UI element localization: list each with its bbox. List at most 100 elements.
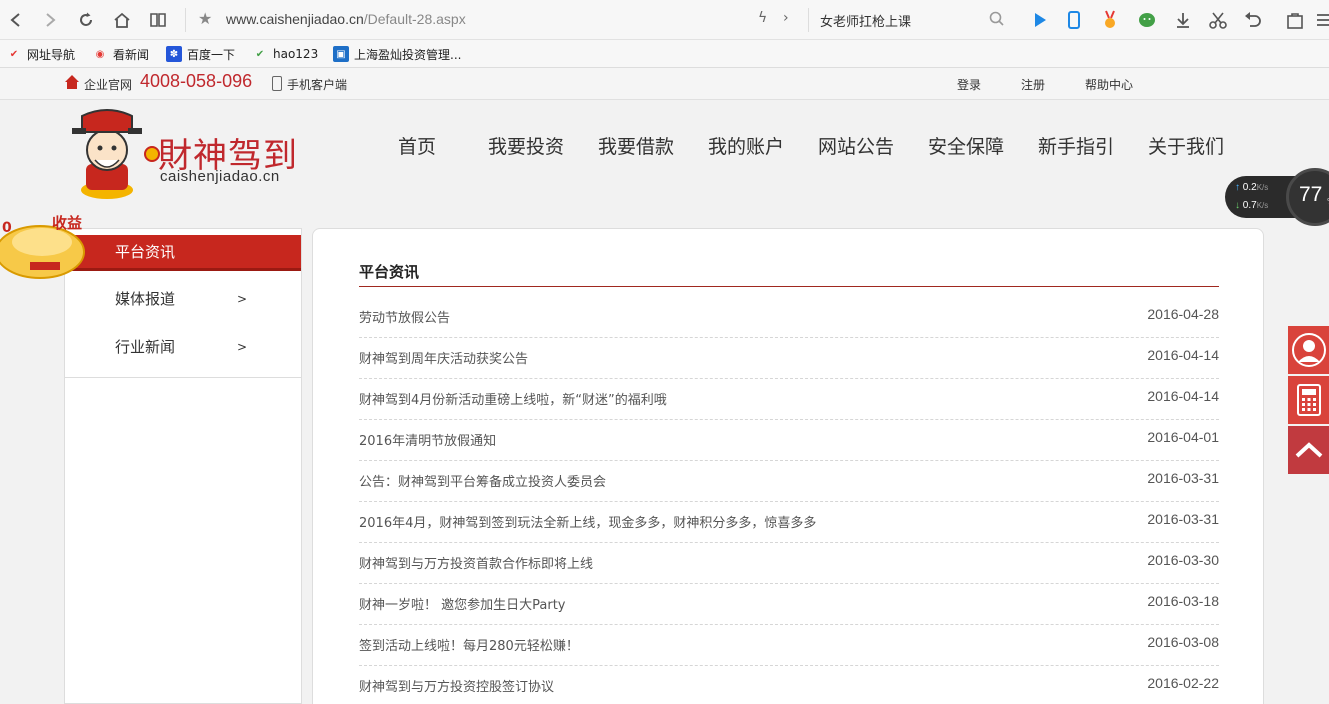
news-date: 2016-03-30 xyxy=(1147,552,1219,568)
search-icon[interactable] xyxy=(988,10,1006,28)
login-link[interactable]: 登录 xyxy=(957,76,981,93)
lightning-icon[interactable]: ϟ xyxy=(758,10,767,26)
nav-security[interactable]: 安全保障 xyxy=(928,132,1004,159)
video-play-icon[interactable] xyxy=(1030,10,1050,30)
reload-icon xyxy=(80,12,92,26)
bag-icon[interactable] xyxy=(1285,10,1305,30)
bookmark-item[interactable]: ◉ 看新闻 xyxy=(92,45,149,63)
scissors-icon[interactable] xyxy=(1208,10,1228,30)
news-panel: 平台资讯 劳动节放假公告 2016-04-28 财神驾到周年庆活动获奖公告 2016… xyxy=(312,228,1264,704)
medal-icon[interactable] xyxy=(1100,10,1120,30)
sidebar-item-label: 媒体报道 xyxy=(115,290,176,308)
search-divider xyxy=(808,8,809,32)
gold-ingot-promo[interactable]: 0 收益 xyxy=(0,212,92,282)
news-row[interactable]: 签到活动上线啦！每月280元轻松赚！ 2016-03-08 xyxy=(359,625,1219,666)
book-icon xyxy=(150,13,166,27)
news-title[interactable]: 公告：财神驾到平台筹备成立投资人委员会 xyxy=(359,471,606,490)
news-title[interactable]: 财神驾到与万方投资控股签订协议 xyxy=(359,676,554,695)
mobile-client-link[interactable]: 手机客户端 xyxy=(287,76,347,93)
nav-borrow[interactable]: 我要借款 xyxy=(598,132,674,159)
undo-icon[interactable] xyxy=(1243,10,1263,30)
official-site-link[interactable]: 企业官网 xyxy=(84,76,132,93)
nav-announcements[interactable]: 网站公告 xyxy=(818,132,894,159)
bookmark-label: hao123 xyxy=(273,47,319,61)
news-row[interactable]: 公告：财神驾到平台筹备成立投资人委员会 2016-03-31 xyxy=(359,461,1219,502)
home-icon xyxy=(114,12,130,28)
calculator-button[interactable] xyxy=(1288,376,1329,424)
download-value: 0.7 xyxy=(1242,200,1257,211)
bookmark-label: 百度一下 xyxy=(187,47,236,62)
menu-icon[interactable] xyxy=(1314,10,1329,30)
bookmark-item[interactable]: ✔ 网址导航 xyxy=(6,45,75,63)
sidebar-item-industry[interactable]: 行业新闻 > xyxy=(65,327,301,367)
bookmark-item[interactable]: ✽ 百度一下 xyxy=(166,45,235,63)
home-icon xyxy=(65,75,79,89)
news-title[interactable]: 财神驾到4月份新活动重磅上线啦，新“财迷”的福利哦 xyxy=(359,389,667,408)
register-link[interactable]: 注册 xyxy=(1021,76,1045,93)
sidebar-item-label: 行业新闻 xyxy=(115,338,176,356)
hotline-number: 4008-058-096 xyxy=(140,71,253,91)
user-center-button[interactable] xyxy=(1288,326,1329,374)
news-row[interactable]: 财神驾到周年庆活动获奖公告 2016-04-14 xyxy=(359,338,1219,379)
star-icon[interactable]: ★ xyxy=(198,9,212,28)
download-icon[interactable] xyxy=(1173,10,1193,30)
chevron-right-icon: > xyxy=(237,292,248,306)
chevron-up-icon xyxy=(1295,442,1322,458)
news-title[interactable]: 财神驾到与万方投资首款合作标即将上线 xyxy=(359,553,593,572)
home-button[interactable] xyxy=(110,8,134,32)
bookmark-item[interactable]: ▣ 上海盈灿投资管理... xyxy=(333,45,461,63)
nav-guide[interactable]: 新手指引 xyxy=(1038,132,1114,159)
site-header: 財神驾到 caishenjiadao.cn 首页 我要投资 我要借款 我的账户 … xyxy=(0,100,1329,210)
news-row[interactable]: 财神驾到与万方投资首款合作标即将上线 2016-03-30 xyxy=(359,543,1219,584)
back-button[interactable] xyxy=(4,8,28,32)
chevron-right-icon[interactable]: › xyxy=(783,10,789,26)
news-title[interactable]: 劳动节放假公告 xyxy=(359,307,450,326)
news-row[interactable]: 财神驾到与万方投资控股签订协议 2016-02-22 xyxy=(359,666,1219,704)
bookmark-label: 网址导航 xyxy=(27,47,76,62)
news-title[interactable]: 财神驾到周年庆活动获奖公告 xyxy=(359,348,528,367)
nav-invest[interactable]: 我要投资 xyxy=(488,132,564,159)
upload-speed: ↑ 0.2K/s xyxy=(1235,182,1268,193)
bookmark-item[interactable]: ✔ hao123 xyxy=(252,45,318,63)
news-row[interactable]: 2016年清明节放假通知 2016-04-01 xyxy=(359,420,1219,461)
forward-icon xyxy=(46,13,56,27)
news-row[interactable]: 财神驾到4月份新活动重磅上线啦，新“财迷”的福利哦 2016-04-14 xyxy=(359,379,1219,420)
wechat-icon[interactable] xyxy=(1137,10,1157,30)
reload-button[interactable] xyxy=(74,8,98,32)
search-input[interactable]: 女老师扛枪上课 xyxy=(820,11,911,30)
panel-title-underline xyxy=(359,286,1219,287)
caishen-mascot-logo[interactable] xyxy=(62,104,162,200)
news-title[interactable]: 2016年4月，财神驾到签到玩法全新上线，现金多多，财神积分多多，惊喜多多 xyxy=(359,512,816,531)
back-icon xyxy=(10,13,20,27)
nav-about[interactable]: 关于我们 xyxy=(1148,132,1224,159)
user-avatar-icon xyxy=(1291,333,1326,367)
download-speed: ↓ 0.7K/s xyxy=(1235,200,1268,211)
address-bar[interactable]: www.caishenjiadao.cn/Default-28.aspx xyxy=(226,11,466,27)
gauge-value: 77 xyxy=(1299,183,1323,206)
back-to-top-button[interactable] xyxy=(1288,426,1329,474)
nav-home[interactable]: 首页 xyxy=(398,132,436,159)
news-date: 2016-03-18 xyxy=(1147,593,1219,609)
sidebar-item-platform-news[interactable]: 平台资讯 xyxy=(65,235,301,271)
forward-button[interactable] xyxy=(38,8,62,32)
news-date: 2016-03-31 xyxy=(1147,511,1219,527)
news-title[interactable]: 财神一岁啦！ 邀您参加生日大Party xyxy=(359,594,566,613)
svg-text:0: 0 xyxy=(2,220,12,236)
news-row[interactable]: 劳动节放假公告 2016-04-28 xyxy=(359,297,1219,338)
help-center-link[interactable]: 帮助中心 xyxy=(1085,76,1133,93)
news-date: 2016-03-08 xyxy=(1147,634,1219,650)
news-date: 2016-04-14 xyxy=(1147,388,1219,404)
download-unit: K/s xyxy=(1256,201,1269,210)
news-row[interactable]: 财神一岁啦！ 邀您参加生日大Party 2016-03-18 xyxy=(359,584,1219,625)
sidebar-item-media[interactable]: 媒体报道 > xyxy=(65,279,301,319)
news-row[interactable]: 2016年4月，财神驾到签到玩法全新上线，现金多多，财神积分多多，惊喜多多 201… xyxy=(359,502,1219,543)
url-path: /Default-28.aspx xyxy=(363,11,466,27)
reading-button[interactable] xyxy=(146,8,170,32)
phone-icon[interactable] xyxy=(1064,10,1084,30)
calculator-icon xyxy=(1296,384,1321,416)
news-title[interactable]: 2016年清明节放假通知 xyxy=(359,430,496,449)
browser-toolbar: ★ www.caishenjiadao.cn/Default-28.aspx ϟ… xyxy=(0,0,1329,40)
news-title[interactable]: 签到活动上线啦！每月280元轻松赚！ xyxy=(359,635,579,654)
news-date: 2016-04-01 xyxy=(1147,429,1219,445)
nav-account[interactable]: 我的账户 xyxy=(708,132,784,159)
